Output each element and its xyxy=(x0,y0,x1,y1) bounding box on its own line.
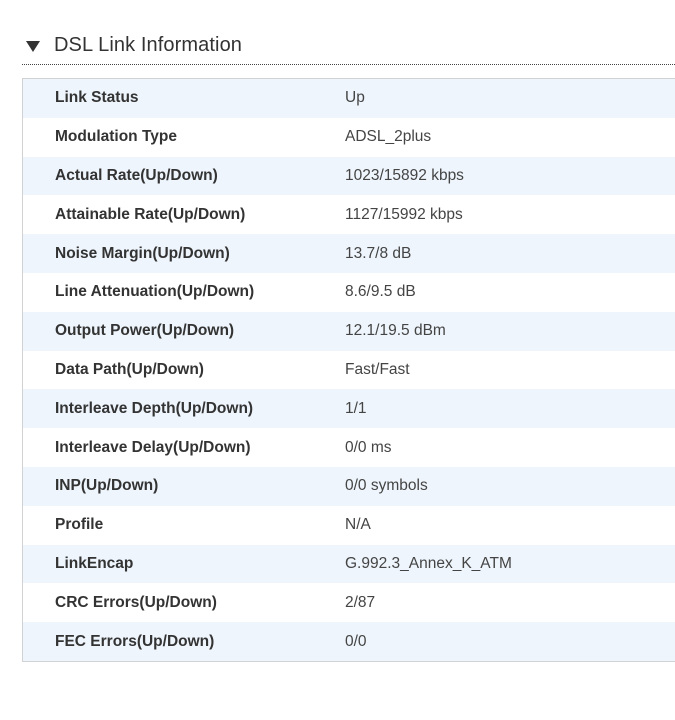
table-row: Interleave Depth(Up/Down) 1/1 xyxy=(23,389,675,429)
row-label: LinkEncap xyxy=(55,554,134,572)
row-value: 2/87 xyxy=(345,593,376,611)
row-value: 1127/15992 kbps xyxy=(345,205,463,223)
table-row: Interleave Delay(Up/Down) 0/0 ms xyxy=(23,428,675,467)
table-row: INP(Up/Down) 0/0 symbols xyxy=(23,466,675,506)
table-row: Profile N/A xyxy=(23,506,675,545)
row-value: Fast/Fast xyxy=(345,360,410,378)
row-value: 0/0 ms xyxy=(345,438,392,456)
row-value: 13.7/8 dB xyxy=(345,244,412,262)
row-label: Output Power(Up/Down) xyxy=(55,322,235,340)
row-label: Link Status xyxy=(55,89,139,107)
table-row: Actual Rate(Up/Down) 1023/15892 kbps xyxy=(23,156,675,196)
row-label: Interleave Depth(Up/Down) xyxy=(55,399,254,417)
row-value: 1023/15892 kbps xyxy=(345,166,464,184)
row-label: Profile xyxy=(55,516,104,534)
row-label: Attainable Rate(Up/Down) xyxy=(55,205,246,223)
row-label: Actual Rate(Up/Down) xyxy=(55,166,218,184)
row-label: Line Attenuation(Up/Down) xyxy=(55,283,255,301)
table-row: Attainable Rate(Up/Down) 1127/15992 kbps xyxy=(23,195,675,234)
row-value: 0/0 xyxy=(345,632,367,650)
row-value: Up xyxy=(345,89,365,107)
row-label: CRC Errors(Up/Down) xyxy=(55,593,217,611)
row-value: G.992.3_Annex_K_ATM xyxy=(345,554,512,572)
row-label: Data Path(Up/Down) xyxy=(55,360,204,378)
row-value: 12.1/19.5 dBm xyxy=(345,322,446,340)
dsl-info-table: Link Status Up Modulation Type ADSL_2plu… xyxy=(22,78,675,662)
table-row: CRC Errors(Up/Down) 2/87 xyxy=(23,583,675,622)
section-header[interactable]: DSL Link Information xyxy=(22,26,675,65)
triangle-down-icon[interactable] xyxy=(26,40,40,52)
row-label: Modulation Type xyxy=(55,128,177,146)
table-row: Line Attenuation(Up/Down) 8.6/9.5 dB xyxy=(23,273,675,312)
row-label: INP(Up/Down) xyxy=(55,477,159,495)
table-row: FEC Errors(Up/Down) 0/0 xyxy=(23,622,675,661)
table-row: Modulation Type ADSL_2plus xyxy=(23,118,675,157)
row-value: ADSL_2plus xyxy=(345,128,432,146)
row-label: FEC Errors(Up/Down) xyxy=(55,632,215,650)
table-row: Noise Margin(Up/Down) 13.7/8 dB xyxy=(23,234,675,273)
table-row: LinkEncap G.992.3_Annex_K_ATM xyxy=(23,544,675,584)
section-title: DSL Link Information xyxy=(54,33,243,56)
row-value: N/A xyxy=(345,516,371,534)
row-label: Interleave Delay(Up/Down) xyxy=(55,438,251,456)
table-row: Link Status Up xyxy=(23,79,675,118)
row-value: 0/0 symbols xyxy=(345,477,428,495)
row-value: 8.6/9.5 dB xyxy=(345,283,416,301)
row-value: 1/1 xyxy=(345,399,367,417)
table-row: Data Path(Up/Down) Fast/Fast xyxy=(23,351,675,390)
row-label: Noise Margin(Up/Down) xyxy=(55,244,230,262)
table-row: Output Power(Up/Down) 12.1/19.5 dBm xyxy=(23,311,675,351)
